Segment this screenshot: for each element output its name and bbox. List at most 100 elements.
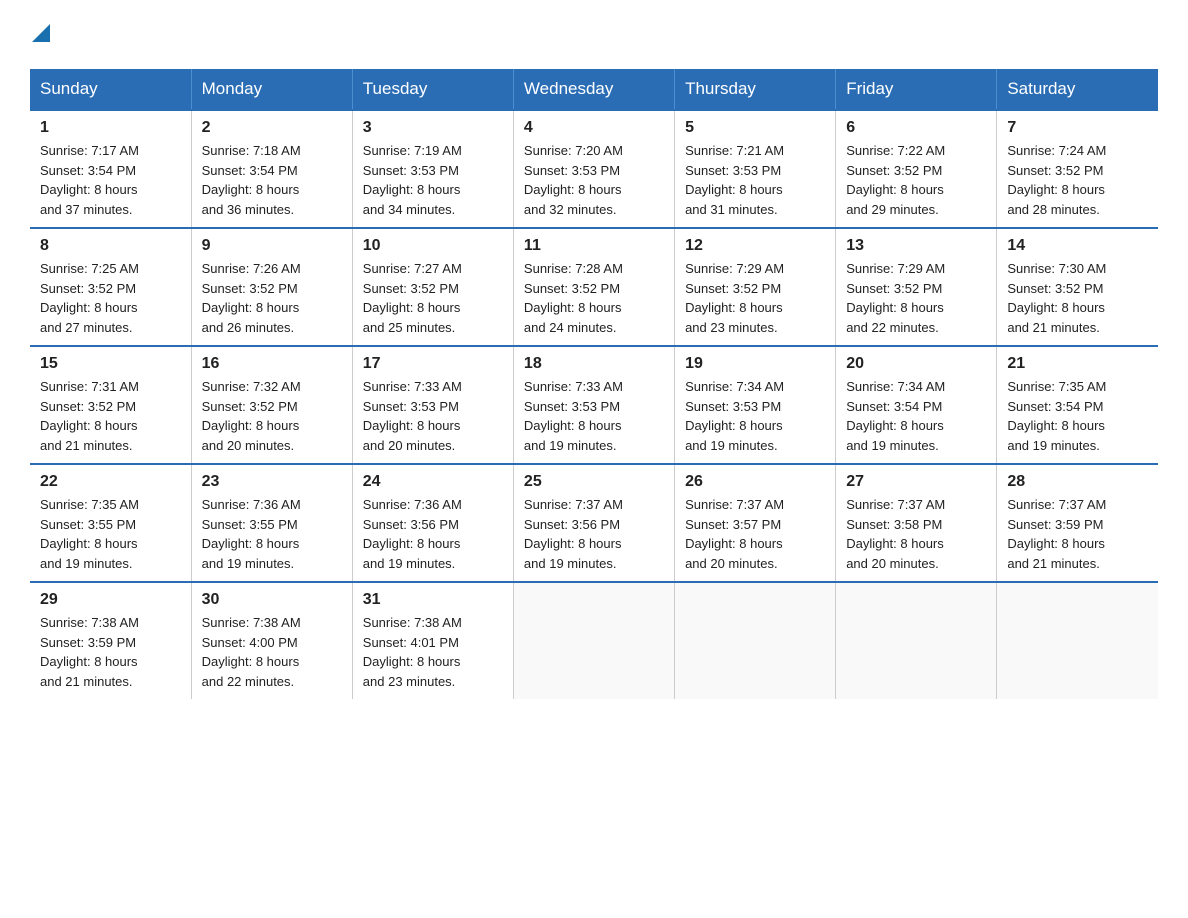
sunrise-time: 7:36 AM: [414, 497, 462, 512]
sunset-label: Sunset:: [846, 399, 894, 414]
day-number: 16: [202, 355, 342, 373]
day-info: Sunrise: 7:32 AM Sunset: 3:52 PM Dayligh…: [202, 377, 342, 455]
sunset-time: 3:53 PM: [733, 163, 781, 178]
sunrise-time: 7:31 AM: [91, 379, 139, 394]
daylight-label: Daylight: 8 hours and 26 minutes.: [202, 300, 300, 335]
daylight-label: Daylight: 8 hours and 32 minutes.: [524, 182, 622, 217]
day-info: Sunrise: 7:37 AM Sunset: 3:59 PM Dayligh…: [1007, 495, 1148, 573]
sunset-label: Sunset:: [1007, 399, 1055, 414]
sunset-label: Sunset:: [202, 281, 250, 296]
sunrise-time: 7:20 AM: [575, 143, 623, 158]
sunset-time: 3:52 PM: [1055, 281, 1103, 296]
day-number: 9: [202, 237, 342, 255]
day-number: 3: [363, 119, 503, 137]
day-number: 27: [846, 473, 986, 491]
day-number: 13: [846, 237, 986, 255]
daylight-label: Daylight: 8 hours and 37 minutes.: [40, 182, 138, 217]
sunrise-time: 7:33 AM: [575, 379, 623, 394]
calendar-day-cell: 15 Sunrise: 7:31 AM Sunset: 3:52 PM Dayl…: [30, 346, 191, 464]
sunset-label: Sunset:: [40, 281, 88, 296]
calendar-day-cell: 25 Sunrise: 7:37 AM Sunset: 3:56 PM Dayl…: [513, 464, 674, 582]
sunrise-time: 7:22 AM: [898, 143, 946, 158]
sunset-label: Sunset:: [685, 281, 733, 296]
logo: [30, 20, 50, 49]
day-info: Sunrise: 7:37 AM Sunset: 3:58 PM Dayligh…: [846, 495, 986, 573]
day-info: Sunrise: 7:29 AM Sunset: 3:52 PM Dayligh…: [846, 259, 986, 337]
sunrise-time: 7:37 AM: [1059, 497, 1107, 512]
day-info: Sunrise: 7:37 AM Sunset: 3:56 PM Dayligh…: [524, 495, 664, 573]
sunrise-label: Sunrise:: [202, 143, 253, 158]
day-info: Sunrise: 7:27 AM Sunset: 3:52 PM Dayligh…: [363, 259, 503, 337]
sunset-time: 3:55 PM: [88, 517, 136, 532]
sunset-time: 3:54 PM: [88, 163, 136, 178]
sunset-label: Sunset:: [363, 281, 411, 296]
sunrise-time: 7:17 AM: [91, 143, 139, 158]
sunrise-label: Sunrise:: [363, 497, 414, 512]
day-number: 17: [363, 355, 503, 373]
sunrise-time: 7:38 AM: [253, 615, 301, 630]
sunrise-label: Sunrise:: [685, 497, 736, 512]
calendar-week-row: 15 Sunrise: 7:31 AM Sunset: 3:52 PM Dayl…: [30, 346, 1158, 464]
sunrise-time: 7:34 AM: [898, 379, 946, 394]
daylight-label: Daylight: 8 hours and 23 minutes.: [685, 300, 783, 335]
calendar-day-cell: 8 Sunrise: 7:25 AM Sunset: 3:52 PM Dayli…: [30, 228, 191, 346]
daylight-label: Daylight: 8 hours and 21 minutes.: [1007, 300, 1105, 335]
day-number: 15: [40, 355, 181, 373]
sunrise-label: Sunrise:: [202, 497, 253, 512]
sunset-label: Sunset:: [846, 517, 894, 532]
calendar-day-cell: 13 Sunrise: 7:29 AM Sunset: 3:52 PM Dayl…: [836, 228, 997, 346]
day-number: 2: [202, 119, 342, 137]
sunrise-label: Sunrise:: [1007, 261, 1058, 276]
sunset-label: Sunset:: [846, 163, 894, 178]
sunset-time: 3:52 PM: [1055, 163, 1103, 178]
calendar-week-row: 29 Sunrise: 7:38 AM Sunset: 3:59 PM Dayl…: [30, 582, 1158, 699]
sunset-label: Sunset:: [524, 399, 572, 414]
sunrise-time: 7:29 AM: [736, 261, 784, 276]
day-info: Sunrise: 7:37 AM Sunset: 3:57 PM Dayligh…: [685, 495, 825, 573]
sunset-time: 3:55 PM: [249, 517, 297, 532]
calendar-day-cell: 4 Sunrise: 7:20 AM Sunset: 3:53 PM Dayli…: [513, 110, 674, 228]
daylight-label: Daylight: 8 hours and 20 minutes.: [846, 536, 944, 571]
day-number: 5: [685, 119, 825, 137]
sunrise-time: 7:18 AM: [253, 143, 301, 158]
sunset-label: Sunset:: [40, 517, 88, 532]
daylight-label: Daylight: 8 hours and 34 minutes.: [363, 182, 461, 217]
sunset-time: 3:52 PM: [572, 281, 620, 296]
sunset-time: 3:56 PM: [572, 517, 620, 532]
day-info: Sunrise: 7:21 AM Sunset: 3:53 PM Dayligh…: [685, 141, 825, 219]
sunrise-label: Sunrise:: [685, 261, 736, 276]
weekday-header: Friday: [836, 69, 997, 110]
calendar-day-cell: 27 Sunrise: 7:37 AM Sunset: 3:58 PM Dayl…: [836, 464, 997, 582]
daylight-label: Daylight: 8 hours and 21 minutes.: [40, 654, 138, 689]
sunset-label: Sunset:: [363, 399, 411, 414]
day-number: 26: [685, 473, 825, 491]
sunrise-time: 7:34 AM: [736, 379, 784, 394]
calendar-day-cell: 30 Sunrise: 7:38 AM Sunset: 4:00 PM Dayl…: [191, 582, 352, 699]
sunset-label: Sunset:: [40, 635, 88, 650]
day-number: 21: [1007, 355, 1148, 373]
calendar-day-cell: 22 Sunrise: 7:35 AM Sunset: 3:55 PM Dayl…: [30, 464, 191, 582]
day-number: 4: [524, 119, 664, 137]
sunset-time: 3:56 PM: [410, 517, 458, 532]
sunrise-time: 7:29 AM: [898, 261, 946, 276]
sunrise-label: Sunrise:: [685, 143, 736, 158]
sunrise-time: 7:32 AM: [253, 379, 301, 394]
sunset-time: 3:52 PM: [249, 399, 297, 414]
sunset-time: 3:57 PM: [733, 517, 781, 532]
calendar-week-row: 1 Sunrise: 7:17 AM Sunset: 3:54 PM Dayli…: [30, 110, 1158, 228]
daylight-label: Daylight: 8 hours and 20 minutes.: [363, 418, 461, 453]
day-number: 18: [524, 355, 664, 373]
daylight-label: Daylight: 8 hours and 31 minutes.: [685, 182, 783, 217]
day-info: Sunrise: 7:33 AM Sunset: 3:53 PM Dayligh…: [363, 377, 503, 455]
sunset-label: Sunset:: [524, 281, 572, 296]
calendar-day-cell: [836, 582, 997, 699]
sunset-label: Sunset:: [524, 517, 572, 532]
sunrise-label: Sunrise:: [524, 497, 575, 512]
daylight-label: Daylight: 8 hours and 24 minutes.: [524, 300, 622, 335]
sunset-label: Sunset:: [40, 163, 88, 178]
sunrise-label: Sunrise:: [685, 379, 736, 394]
sunrise-label: Sunrise:: [524, 379, 575, 394]
day-info: Sunrise: 7:29 AM Sunset: 3:52 PM Dayligh…: [685, 259, 825, 337]
day-info: Sunrise: 7:25 AM Sunset: 3:52 PM Dayligh…: [40, 259, 181, 337]
daylight-label: Daylight: 8 hours and 19 minutes.: [524, 536, 622, 571]
